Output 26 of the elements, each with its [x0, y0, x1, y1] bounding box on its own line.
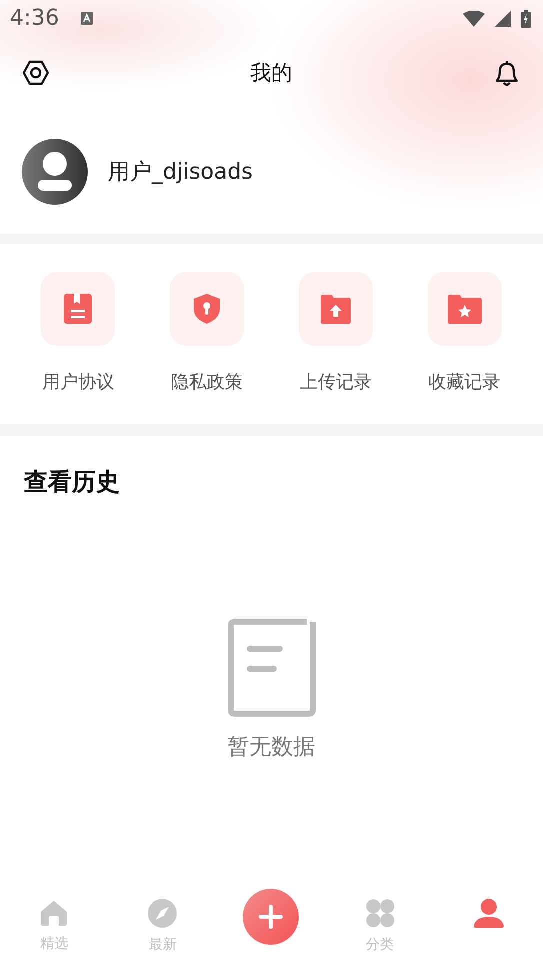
- username: 用户_djisoads: [108, 159, 254, 187]
- shortcut-button[interactable]: 用户协议: [18, 272, 138, 394]
- section-title: 查看历史: [24, 467, 120, 498]
- plus-icon: [259, 905, 284, 929]
- page-title: 我的: [250, 60, 292, 87]
- empty-document-icon: [226, 618, 316, 718]
- shortcut-button[interactable]: 上传记录: [276, 272, 396, 394]
- status-time: 4:36: [10, 6, 60, 31]
- battery-icon: [521, 10, 531, 28]
- category-icon: [366, 899, 395, 928]
- folder-upload-icon: [320, 294, 351, 324]
- wifi-icon: [463, 10, 485, 26]
- shortcut-button[interactable]: 隐私政策: [147, 272, 268, 394]
- signal-icon: [495, 10, 511, 26]
- shortcut-button[interactable]: 收藏记录: [404, 272, 525, 394]
- folder-star-icon: [448, 294, 482, 324]
- empty-message: 暂无数据: [228, 734, 316, 762]
- compass-icon: [148, 899, 178, 928]
- keyboard-icon: [81, 12, 94, 25]
- shield-icon: [194, 294, 220, 324]
- person-icon: [474, 899, 504, 928]
- bell-icon[interactable]: [493, 59, 521, 87]
- document-icon: [64, 294, 92, 324]
- home-icon: [40, 899, 68, 927]
- settings-icon[interactable]: [22, 59, 50, 87]
- avatar[interactable]: [22, 139, 88, 205]
